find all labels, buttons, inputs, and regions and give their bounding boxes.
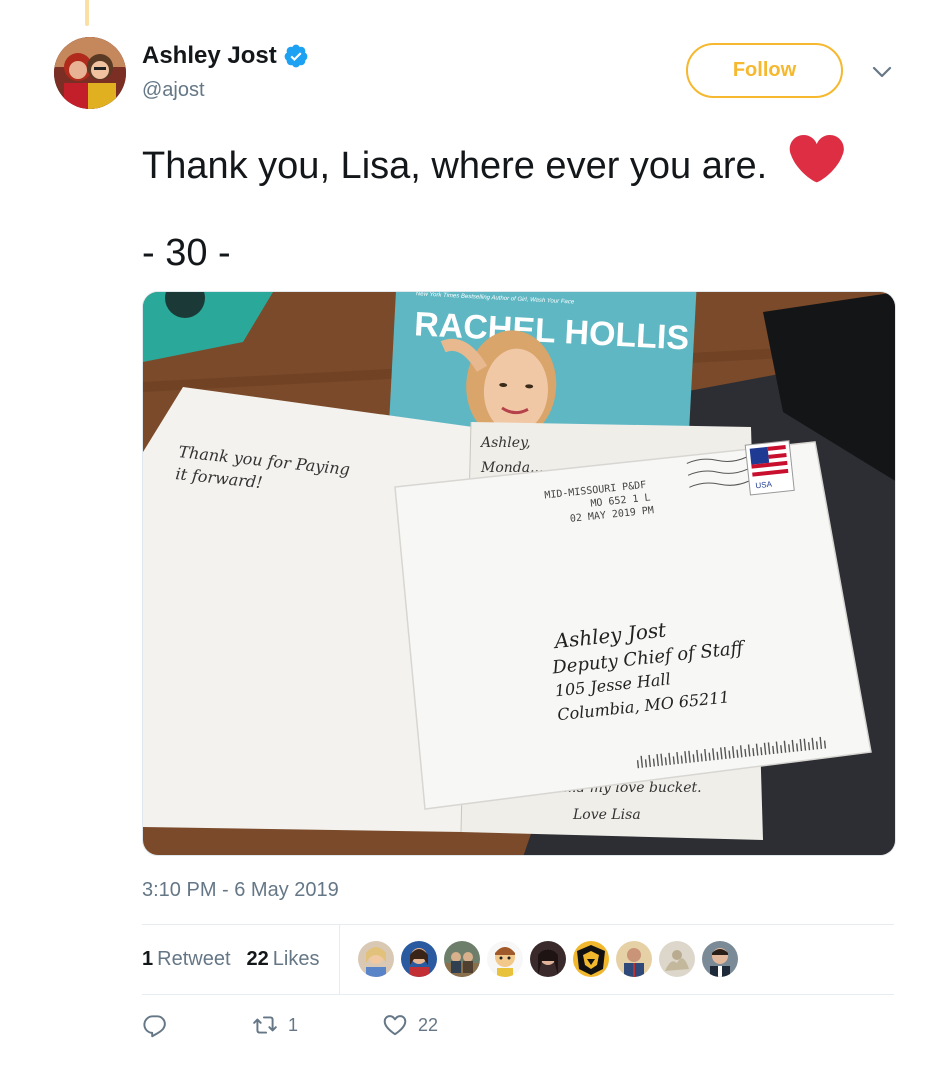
liker-avatars	[358, 941, 738, 977]
heart-icon	[383, 1015, 407, 1036]
retweet-count: 1	[288, 1014, 299, 1035]
author-name[interactable]: Ashley Jost	[142, 42, 309, 70]
card-right-bottom2: Love Lisa	[572, 807, 641, 823]
author-avatar[interactable]	[54, 37, 126, 109]
stamp-text: USA	[755, 480, 773, 491]
liker-avatar[interactable]	[616, 941, 652, 977]
reply-icon	[143, 1015, 166, 1038]
liker-avatar[interactable]	[573, 941, 609, 977]
retweet-stat[interactable]: 1 Retweet	[142, 948, 231, 971]
liker-avatar[interactable]	[487, 941, 523, 977]
liker-avatar[interactable]	[401, 941, 437, 977]
chevron-down-icon[interactable]	[870, 62, 894, 82]
liker-avatar[interactable]	[358, 941, 394, 977]
stats-divider-bottom	[142, 994, 894, 995]
retweet-icon	[253, 1016, 277, 1034]
liker-avatar[interactable]	[530, 941, 566, 977]
like-stat-count: 22	[246, 948, 269, 970]
reply-button[interactable]	[142, 1012, 252, 1038]
photo-illustration: New York Times Bestselling Author of Gir…	[143, 292, 895, 855]
verified-badge-icon	[284, 44, 308, 68]
tweet-photo[interactable]: New York Times Bestselling Author of Gir…	[142, 291, 896, 856]
like-stat[interactable]: 22 Likes	[247, 948, 320, 971]
author-handle[interactable]: @ajost	[142, 79, 205, 102]
liker-avatar[interactable]	[659, 941, 695, 977]
like-count: 22	[418, 1014, 439, 1035]
tweet-stats: 1 Retweet 22 Likes	[142, 925, 894, 994]
retweet-stat-count: 1	[142, 948, 154, 970]
liker-avatar[interactable]	[702, 941, 738, 977]
stats-separator	[339, 925, 340, 994]
retweet-button[interactable]: 1	[252, 1012, 382, 1038]
card-right-top1: Ashley,	[479, 435, 531, 451]
thread-connector-line	[85, 0, 89, 26]
tweet-text: Thank you, Lisa, where ever you are.	[142, 134, 844, 190]
author-name-text[interactable]: Ashley Jost	[142, 42, 277, 70]
tweet-text-line-2: - 30 -	[142, 232, 231, 274]
follow-button[interactable]: Follow	[686, 43, 843, 98]
like-stat-label: Likes	[272, 948, 320, 970]
like-button[interactable]: 22	[382, 1012, 438, 1038]
tweet-actions: 1 22	[142, 1012, 438, 1038]
tweet-timestamp[interactable]: 3:10 PM - 6 May 2019	[142, 879, 339, 902]
previous-tweet-actions-stub	[150, 0, 410, 4]
liker-avatar[interactable]	[444, 941, 480, 977]
tweet-text-body: Thank you, Lisa, where ever you are.	[142, 145, 768, 187]
retweet-stat-label: Retweet	[157, 948, 231, 970]
red-heart-emoji-icon	[789, 135, 844, 183]
